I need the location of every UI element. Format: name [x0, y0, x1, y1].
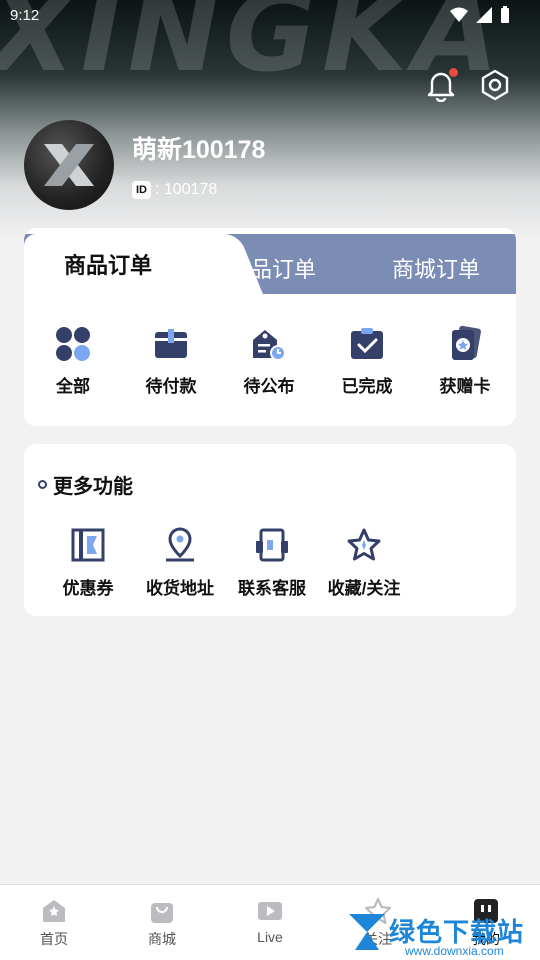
tab-mall-orders[interactable]: 商城订单: [392, 252, 480, 284]
signal-icon: [476, 7, 492, 23]
order-status-row: 全部 待付款 待公布 已完成 获赠卡: [24, 324, 516, 397]
order-pending-payment[interactable]: 待付款: [122, 324, 220, 397]
pending-tag-icon: [253, 330, 286, 361]
coupons-label: 优惠券: [62, 579, 114, 598]
avatar[interactable]: [24, 120, 114, 210]
gear-icon: [481, 69, 509, 101]
nav-live-label: Live: [257, 929, 283, 945]
order-completed-label: 已完成: [341, 377, 393, 396]
watermark-logo-icon: [349, 914, 385, 950]
nav-mall-label: 商城: [148, 931, 176, 947]
order-pending-draw-label: 待公布: [243, 377, 295, 396]
coupon-icon: [71, 528, 105, 562]
favorites-label: 收藏/关注: [327, 579, 401, 598]
bag-icon: [151, 903, 173, 923]
status-time: 9:12: [10, 7, 40, 24]
battery-icon: [501, 6, 509, 23]
star-icon: [347, 528, 381, 561]
settings-button[interactable]: [478, 68, 512, 102]
address-label: 收货地址: [146, 579, 214, 598]
watermark-url: www.downxia.com: [405, 944, 504, 958]
nickname: 萌新100178: [132, 136, 266, 164]
top-actions: [424, 68, 512, 103]
nav-live[interactable]: Live: [216, 885, 324, 960]
orders-card: 商品订单 赠品订单 商城订单 全部 待付款 待公布 已完成 获赠卡: [24, 228, 516, 426]
notification-badge: [449, 68, 458, 77]
location-icon: [166, 527, 194, 562]
id-chip: ID: [132, 181, 151, 199]
more-features-title: 更多功能: [38, 470, 133, 499]
status-icons: [450, 6, 510, 24]
more-features-card: 更多功能 优惠券 收货地址 联系客服 收藏/关注: [24, 444, 516, 616]
play-icon: [258, 902, 282, 920]
favorites-entry[interactable]: 收藏/关注: [318, 526, 410, 599]
x-logo-icon: [44, 144, 94, 186]
card-icon: [452, 325, 481, 360]
title-ring-icon: [38, 480, 47, 489]
order-completed[interactable]: 已完成: [318, 324, 416, 397]
order-all[interactable]: 全部: [24, 324, 122, 397]
nav-home[interactable]: 首页: [0, 885, 108, 960]
order-gift-cards[interactable]: 获赠卡: [416, 324, 514, 397]
nav-home-label: 首页: [40, 931, 68, 947]
site-watermark: 绿色下载站 www.downxia.com: [345, 906, 540, 960]
wallet-icon: [155, 329, 187, 358]
nav-mall[interactable]: 商城: [108, 885, 216, 960]
order-pending-payment-label: 待付款: [145, 377, 197, 396]
more-features-title-text: 更多功能: [53, 476, 133, 498]
grid-icon: [56, 327, 90, 361]
order-gift-cards-label: 获赠卡: [439, 377, 491, 396]
order-pending-draw[interactable]: 待公布: [220, 324, 318, 397]
customer-service-entry[interactable]: 联系客服: [226, 526, 318, 599]
status-bar: 9:12: [0, 0, 540, 32]
user-id: : 100178: [155, 181, 218, 198]
tab-product-orders[interactable]: 商品订单: [64, 248, 152, 280]
order-all-label: 全部: [56, 377, 90, 396]
customer-service-label: 联系客服: [238, 579, 306, 598]
tab-gift-orders[interactable]: 赠品订单: [228, 252, 316, 284]
home-icon: [43, 900, 65, 922]
more-features-row: 优惠券 收货地址 联系客服 收藏/关注: [42, 526, 410, 599]
headset-icon: [256, 528, 288, 562]
coupons-entry[interactable]: 优惠券: [42, 526, 134, 599]
address-entry[interactable]: 收货地址: [134, 526, 226, 599]
notification-button[interactable]: [424, 68, 458, 103]
wifi-icon: [450, 7, 468, 22]
user-id-row: ID : 100178: [132, 181, 217, 199]
check-clipboard-icon: [351, 328, 383, 359]
